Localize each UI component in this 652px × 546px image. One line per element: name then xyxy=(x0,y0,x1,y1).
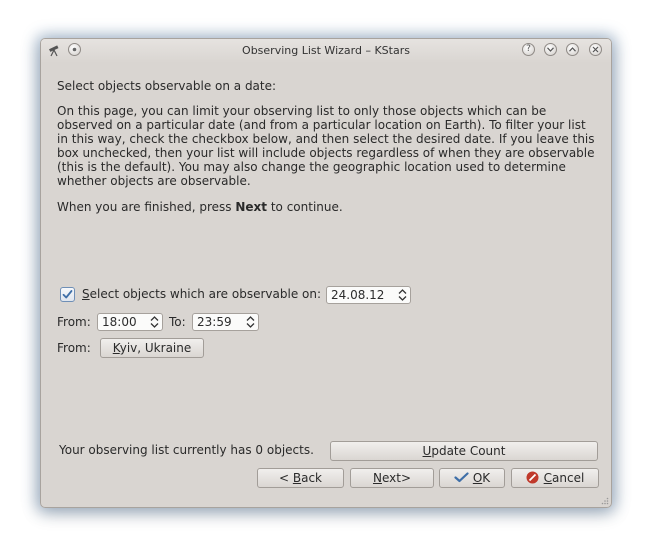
spin-arrows-icon[interactable] xyxy=(246,316,255,328)
cancel-icon xyxy=(526,471,539,484)
back-rest: ack xyxy=(301,471,322,485)
location-button[interactable]: Kyiv, Ukraine xyxy=(100,338,204,358)
update-rest: pdate Count xyxy=(431,444,506,458)
to-time-label: To: xyxy=(169,315,186,329)
next-rest: ext> xyxy=(381,471,412,485)
observable-date-checkbox-label[interactable]: Select objects which are observable on: xyxy=(82,287,321,301)
ok-button[interactable]: OK xyxy=(439,468,505,488)
location-mnemonic: K xyxy=(112,341,120,355)
next-button[interactable]: Next> xyxy=(350,468,434,488)
back-mnemonic: B xyxy=(292,471,302,485)
cancel-mnemonic: C xyxy=(543,471,553,485)
finish-pre: When you are finished, press xyxy=(57,200,236,214)
date-value: 24.08.12 xyxy=(331,288,385,302)
observable-date-checkbox[interactable] xyxy=(60,287,75,302)
to-time-spinbox[interactable]: 23:59 xyxy=(192,313,259,331)
next-mnemonic: N xyxy=(372,471,382,485)
check-icon xyxy=(454,472,469,483)
spin-arrows-icon[interactable] xyxy=(150,316,159,328)
back-button[interactable]: < Back xyxy=(257,468,344,488)
title-bar[interactable]: Observing List Wizard – KStars ? xyxy=(41,39,611,63)
ok-rest: K xyxy=(482,471,491,485)
resize-grip-icon[interactable] xyxy=(601,497,609,505)
date-spinbox[interactable]: 24.08.12 xyxy=(326,286,411,304)
from-time-label: From: xyxy=(57,315,91,329)
finish-instructions: When you are finished, press Next to con… xyxy=(57,200,597,214)
update-mnemonic: U xyxy=(422,444,432,458)
wizard-dialog: Observing List Wizard – KStars ? Select … xyxy=(40,38,612,508)
observing-count-text: Your observing list currently has 0 obje… xyxy=(59,443,314,457)
maximize-icon[interactable] xyxy=(566,43,579,56)
help-icon[interactable]: ? xyxy=(522,43,535,56)
location-rest: yiv, Ukraine xyxy=(119,341,192,355)
finish-post: to continue. xyxy=(267,200,343,214)
checkmark-icon xyxy=(62,290,73,299)
to-time-value: 23:59 xyxy=(197,315,232,329)
close-icon[interactable] xyxy=(589,43,602,56)
finish-bold: Next xyxy=(235,200,268,214)
cancel-button[interactable]: Cancel xyxy=(511,468,599,488)
checkbox-label-rest: elect objects which are observable on: xyxy=(89,287,321,301)
update-count-button[interactable]: Update Count xyxy=(330,441,598,461)
checkbox-mnemonic: S xyxy=(82,287,90,301)
location-label: From: xyxy=(57,341,91,355)
from-time-value: 18:00 xyxy=(102,315,137,329)
back-pre: < xyxy=(278,471,293,485)
minimize-icon[interactable] xyxy=(544,43,557,56)
ok-mnemonic: O xyxy=(472,471,483,485)
from-time-spinbox[interactable]: 18:00 xyxy=(97,313,163,331)
spin-arrows-icon[interactable] xyxy=(398,289,407,301)
page-description: On this page, you can limit your observi… xyxy=(57,104,595,188)
page-heading: Select objects observable on a date: xyxy=(57,79,277,93)
cancel-rest: ancel xyxy=(552,471,585,485)
